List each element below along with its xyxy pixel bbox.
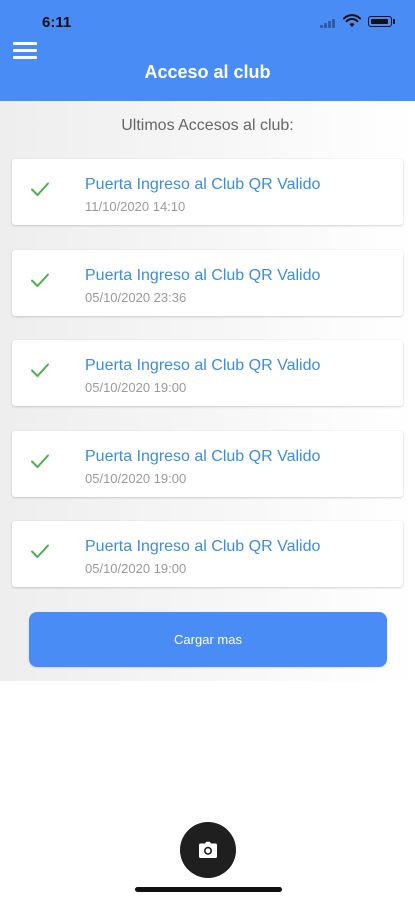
access-card[interactable]: Puerta Ingreso al Club QR Valido 05/10/2… — [12, 340, 403, 406]
check-icon — [31, 273, 49, 287]
check-icon — [31, 544, 49, 558]
home-indicator — [135, 887, 282, 892]
check-icon — [31, 182, 49, 196]
cellular-signal-icon — [320, 18, 338, 28]
access-date: 05/10/2020 23:36 — [85, 290, 187, 305]
access-card[interactable]: Puerta Ingreso al Club QR Valido 05/10/2… — [12, 250, 403, 316]
access-title: Puerta Ingreso al Club QR Valido — [85, 176, 321, 193]
access-date: 05/10/2020 19:00 — [85, 380, 187, 395]
access-title: Puerta Ingreso al Club QR Valido — [85, 357, 321, 374]
battery-icon — [368, 16, 392, 27]
section-heading: Ultimos Accesos al club: — [121, 117, 294, 134]
camera-icon — [199, 841, 217, 858]
access-title: Puerta Ingreso al Club QR Valido — [85, 267, 321, 284]
load-more-button[interactable]: Cargar mas — [29, 612, 387, 667]
access-card[interactable]: Puerta Ingreso al Club QR Valido 11/10/2… — [12, 159, 403, 225]
check-icon — [31, 363, 49, 377]
access-card[interactable]: Puerta Ingreso al Club QR Valido 05/10/2… — [12, 521, 403, 587]
wifi-icon — [343, 14, 361, 28]
access-date: 05/10/2020 19:00 — [85, 471, 187, 486]
access-date: 05/10/2020 19:00 — [85, 561, 187, 576]
status-time: 6:11 — [42, 14, 72, 31]
camera-fab-button[interactable] — [180, 822, 236, 878]
access-title: Puerta Ingreso al Club QR Valido — [85, 448, 321, 465]
access-card[interactable]: Puerta Ingreso al Club QR Valido 05/10/2… — [12, 431, 403, 497]
app-header: 6:11 Acceso al club — [0, 0, 415, 101]
access-date: 11/10/2020 14:10 — [85, 199, 186, 214]
page-title: Acceso al club — [144, 62, 271, 82]
battery-tip — [393, 19, 395, 24]
access-title: Puerta Ingreso al Club QR Valido — [85, 538, 321, 555]
check-icon — [31, 454, 49, 468]
hamburger-menu-icon[interactable] — [13, 40, 39, 60]
